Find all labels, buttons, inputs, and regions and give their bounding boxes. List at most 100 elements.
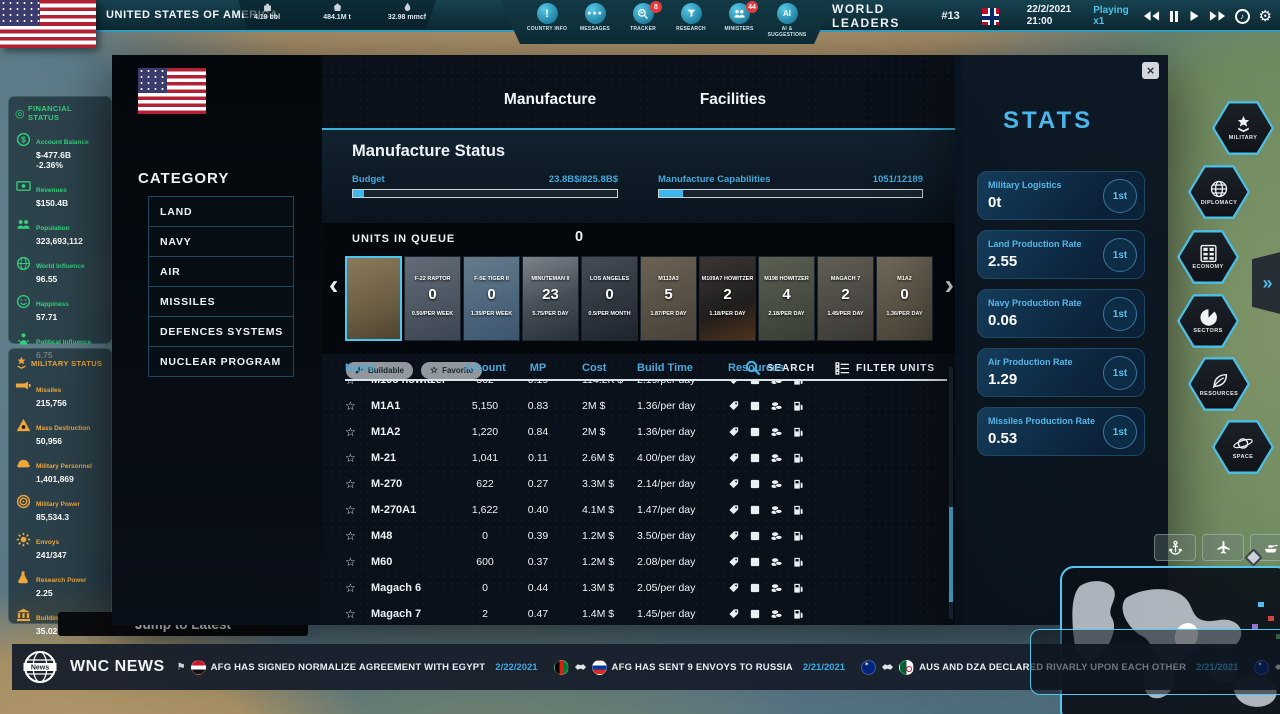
rank-badge: 1st [1103, 415, 1137, 449]
sidebar-item-military[interactable]: MILITARY [1212, 100, 1274, 156]
stat-card[interactable]: Land Production Rate 2.55 1st [977, 230, 1145, 279]
tab-manufacture[interactable]: Manufacture [485, 91, 615, 109]
settings-gear-icon[interactable]: ⚙ [1259, 7, 1272, 25]
table-row[interactable]: ☆ M60 600 0.37 1.2M $ 2.08/per day [345, 549, 947, 575]
table-row[interactable]: ☆ M-270A1 1,622 0.40 4.1M $ 1.47/per day [345, 497, 947, 523]
unit-card[interactable]: F-5E TIGER II 0 1.35/PER WEEK [463, 256, 520, 341]
close-icon[interactable]: × [1142, 62, 1159, 79]
revenues-stat: Revenues $150.4B [15, 179, 105, 208]
table-row[interactable]: ☆ Magach 6 0 0.44 1.3M $ 2.05/per day [345, 575, 947, 601]
stat-card[interactable]: Air Production Rate 1.29 1st [977, 348, 1145, 397]
music-button[interactable]: ♪ [1235, 9, 1250, 24]
sidebar-item-sectors[interactable]: SECTORS [1177, 293, 1239, 349]
supplies-icon [749, 400, 761, 412]
table-row[interactable]: ☆ M1A2 1,220 0.84 2M $ 1.36/per day [345, 419, 947, 445]
nav-ministers[interactable]: MINISTERS 44 [716, 3, 762, 44]
table-row[interactable]: ☆ Magach 7 2 0.47 1.4M $ 1.45/per day [345, 601, 947, 621]
stat-card[interactable]: Military Logistics 0t 1st [977, 171, 1145, 220]
favorite-star-icon[interactable]: ☆ [345, 399, 371, 413]
favorite-star-icon[interactable]: ☆ [345, 607, 371, 621]
table-row[interactable]: ☆ M48 0 0.39 1.2M $ 3.50/per day [345, 523, 947, 549]
favorite-star-icon[interactable]: ☆ [345, 381, 371, 387]
research-icon [681, 3, 702, 24]
stat-card-label: Missiles Production Rate [988, 416, 1095, 426]
category-item[interactable]: AIR [148, 256, 294, 287]
unit-name: M198 howitzer [371, 381, 453, 386]
air-filter-button[interactable] [1202, 534, 1244, 561]
favorite-star-icon[interactable]: ☆ [345, 425, 371, 439]
economy-calculator-icon [1199, 244, 1218, 263]
nav-ai-suggestions[interactable]: AI AI & SUGGESTIONS [764, 3, 810, 44]
favorite-star-icon[interactable]: ☆ [345, 503, 371, 517]
unit-card[interactable]: MAGACH 7 2 1.45/PER DAY [817, 256, 874, 341]
nav-messages[interactable]: ●●● MESSAGES [572, 3, 618, 44]
news-item[interactable]: ⚑ AFG HAS SIGNED NORMALIZE AGREEMENT WIT… [177, 660, 538, 675]
category-item[interactable]: DEFENCES SYSTEMS [148, 316, 294, 347]
scrollbar-thumb[interactable] [949, 507, 953, 602]
norway-flag[interactable] [982, 8, 999, 25]
panel-expander-chevron-icon[interactable]: » [1252, 250, 1280, 316]
unit-resources [723, 556, 947, 568]
financial-emblem-icon: ◎ [15, 108, 25, 119]
unit-card-amount: 0 [464, 286, 519, 303]
fast-forward-button[interactable] [1209, 10, 1226, 22]
navy-filter-button[interactable] [1154, 534, 1196, 561]
tab-facilities[interactable]: Facilities [668, 91, 798, 109]
oil-resource[interactable]: 4.18 bbl [241, 2, 293, 29]
favorite-star-icon[interactable]: ☆ [345, 529, 371, 543]
nav-tracker[interactable]: TRACKER 8 [620, 3, 666, 44]
ai-icon: AI [777, 3, 798, 24]
play-button[interactable] [1189, 10, 1200, 22]
sidebar-item-diplomacy[interactable]: DIPLOMACY [1188, 164, 1250, 220]
nav-country-info[interactable]: ! COUNTRY INFO [524, 3, 570, 44]
table-row[interactable]: ☆ M1A1 5,150 0.83 2M $ 1.36/per day [345, 393, 947, 419]
sidebar-item-resources[interactable]: RESOURCES [1188, 356, 1250, 412]
svg-text:News: News [31, 664, 49, 671]
nav-research[interactable]: RESEARCH [668, 3, 714, 44]
materials-icon [728, 478, 740, 490]
category-item[interactable]: NUCLEAR PROGRAM [148, 346, 294, 377]
favorite-star-icon[interactable]: ☆ [345, 581, 371, 595]
table-row[interactable]: ☆ M-270 622 0.27 3.3M $ 2.14/per day [345, 471, 947, 497]
gas-resource[interactable]: 32.98 mmcf [381, 2, 433, 29]
minerals-icon [770, 504, 783, 516]
favorite-star-icon[interactable]: ☆ [345, 451, 371, 465]
sidebar-item-economy[interactable]: ECONOMY [1177, 229, 1239, 285]
sidebar-item-space[interactable]: SPACE [1212, 419, 1274, 475]
manufacture-status-section: Manufacture Status Budget 23.8B$/825.8B$… [322, 128, 963, 223]
unit-card[interactable]: M198 HOWITZER 4 2.18/PER DAY [758, 256, 815, 341]
category-item[interactable]: LAND [148, 196, 294, 227]
unit-card-rate: 1.18/PER DAY [700, 311, 755, 317]
carousel-right-chevron-icon[interactable]: › [945, 271, 954, 299]
stat-card[interactable]: Navy Production Rate 0.06 1st [977, 289, 1145, 338]
latest-news-highlight [1030, 629, 1280, 695]
usa-flag[interactable] [0, 0, 96, 48]
category-item[interactable]: NAVY [148, 226, 294, 257]
unit-carousel: F-22 RAPTOR 0 0.50/PER WEEK F-5E TIGER I… [345, 256, 937, 341]
table-row[interactable]: ☆ M198 howitzer 362 0.19 114.2K $ 2.19/p… [345, 381, 947, 393]
supplies-icon [749, 582, 761, 594]
capabilities-progress-bar [658, 189, 923, 198]
favorite-star-icon[interactable]: ☆ [345, 477, 371, 491]
materials-icon [728, 452, 740, 464]
table-row[interactable]: ☆ M-21 1,041 0.11 2.6M $ 4.00/per day [345, 445, 947, 471]
unit-card[interactable]: F-22 RAPTOR 0 0.50/PER WEEK [404, 256, 461, 341]
favorite-star-icon[interactable]: ☆ [345, 555, 371, 569]
news-item[interactable]: AFG HAS SENT 9 ENVOYS TO RUSSIA 2/21/202… [554, 660, 846, 675]
ore-resource[interactable]: 484.1M t [311, 2, 363, 29]
unit-resources [723, 582, 947, 594]
unit-card[interactable]: LOS ANGELES 0 0.5/PER MONTH [581, 256, 638, 341]
unit-card[interactable]: MINUTEMAN II 23 5.75/PER DAY [522, 256, 579, 341]
pause-button[interactable] [1169, 11, 1180, 22]
carousel-left-chevron-icon[interactable]: ‹ [329, 271, 338, 299]
rewind-button[interactable] [1143, 10, 1160, 22]
category-column: CATEGORY LANDNAVYAIRMISSILESDEFENCES SYS… [112, 55, 322, 625]
unit-card[interactable] [345, 256, 402, 341]
unit-card[interactable]: M109A7 HOWITZER 2 1.18/PER DAY [699, 256, 756, 341]
table-scrollbar[interactable] [949, 367, 953, 619]
unit-card[interactable]: M1A2 0 1.36/PER DAY [876, 256, 933, 341]
capabilities-value: 1051/12189 [873, 174, 923, 185]
stat-card[interactable]: Missiles Production Rate 0.53 1st [977, 407, 1145, 456]
category-item[interactable]: MISSILES [148, 286, 294, 317]
unit-card[interactable]: M113A3 5 1.87/PER DAY [640, 256, 697, 341]
